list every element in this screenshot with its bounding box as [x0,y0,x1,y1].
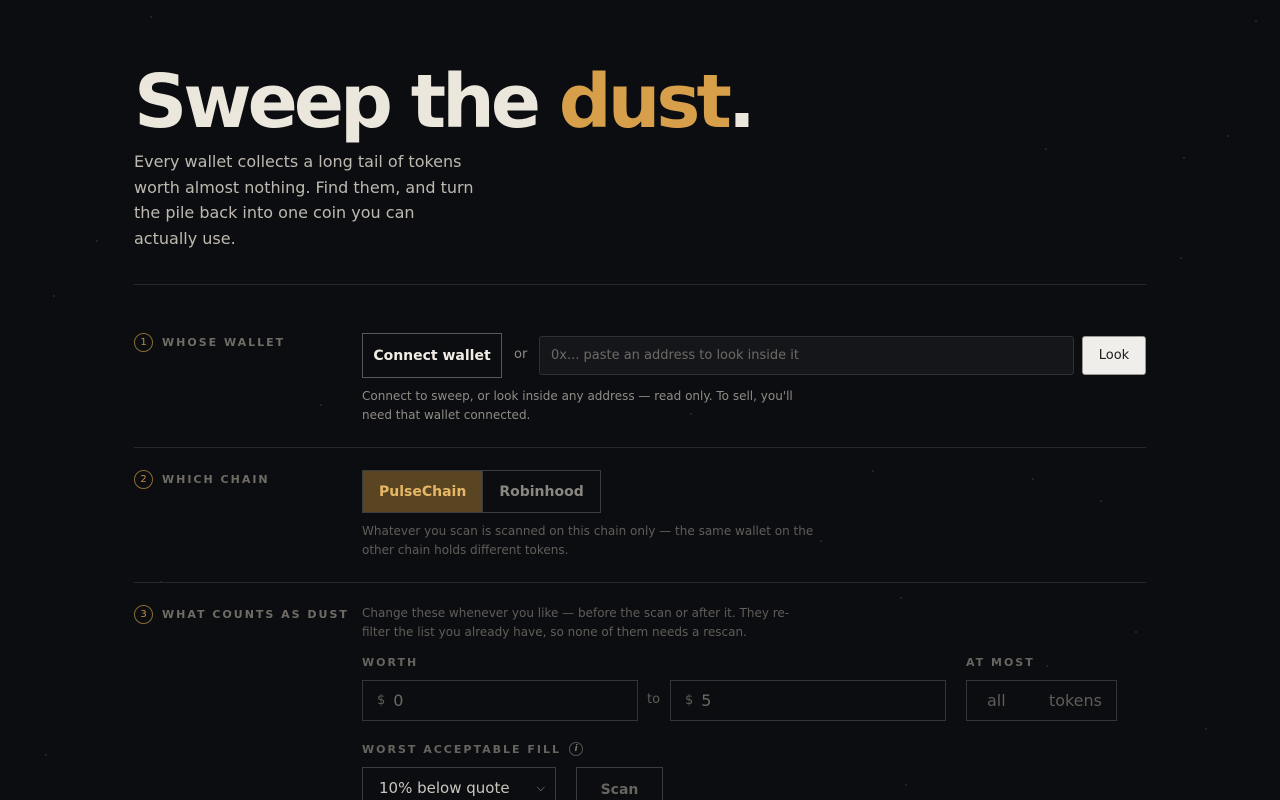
step-1-heading: 1 WHOSE WALLET [134,333,285,352]
chevron-down-icon: ⌵ [536,780,545,794]
chain-toggle: PulseChain Robinhood [362,470,601,513]
or-separator: or [514,347,528,362]
step-3-number: 3 [134,605,153,624]
look-button[interactable]: Look [1082,336,1146,375]
at-most-value: all [987,691,1006,710]
worth-label: WORTH [362,656,418,669]
divider [134,582,1146,583]
hero-title-text: Sweep the [134,59,559,145]
scan-button[interactable]: Scan [576,767,663,800]
step-1-number: 1 [134,333,153,352]
at-most-unit: tokens [1048,691,1102,710]
step-2-label: WHICH CHAIN [162,473,270,486]
step-3-label: WHAT COUNTS AS DUST [162,608,349,621]
worth-min-value: 0 [393,691,404,710]
fill-select[interactable]: 10% below quote ⌵ [362,767,556,800]
step-2-number: 2 [134,470,153,489]
worth-max-input[interactable]: $ 5 [670,680,946,721]
address-input[interactable] [539,336,1074,375]
step-3-heading: 3 WHAT COUNTS AS DUST [134,605,349,624]
to-separator: to [647,692,661,707]
at-most-label-text: AT MOST [966,656,1035,669]
hero-title: Sweep the dust. [134,58,756,146]
at-most-input[interactable]: all tokens [966,680,1117,721]
currency-symbol: $ [685,693,694,708]
divider [134,284,1146,285]
currency-symbol: $ [377,693,386,708]
fill-label-text: WORST ACCEPTABLE FILL [362,742,561,756]
step-1-label: WHOSE WALLET [162,336,286,349]
worth-max-value: 5 [701,691,712,710]
wallet-help-text: Connect to sweep, or look inside any add… [362,389,793,422]
divider [134,447,1146,448]
step-2-heading: 2 WHICH CHAIN [134,470,270,489]
chain-option-robinhood[interactable]: Robinhood [482,471,599,512]
hero-title-period: . [727,59,756,145]
info-icon[interactable]: i [568,742,583,756]
dust-help-text: Change these whenever you like — before … [362,606,790,639]
fill-label: WORST ACCEPTABLE FILL i [362,742,583,756]
chain-help-text: Whatever you scan is scanned on this cha… [362,524,814,557]
connect-wallet-button[interactable]: Connect wallet [362,333,502,378]
at-most-label: AT MOST [966,656,1035,669]
chain-option-pulsechain[interactable]: PulseChain [363,471,483,512]
hero-subtitle: Every wallet collects a long tail of tok… [134,152,474,248]
worth-label-text: WORTH [362,656,419,669]
fill-selected-value: 10% below quote [379,778,510,797]
worth-min-input[interactable]: $ 0 [362,680,638,721]
hero-title-accent: dust [558,59,732,145]
